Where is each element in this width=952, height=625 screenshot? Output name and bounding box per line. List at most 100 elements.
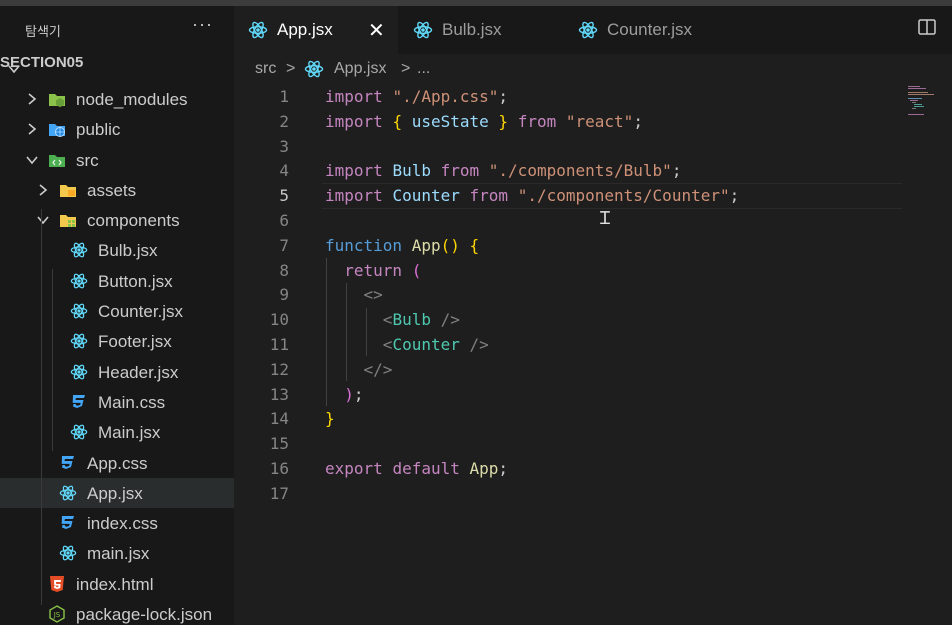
- breadcrumb-file[interactable]: App.jsx: [334, 60, 386, 78]
- tree-item-package-lock-json[interactable]: JS package-lock.json: [0, 599, 234, 625]
- components-folder-icon: [60, 215, 76, 228]
- tree-item-label: index.html: [76, 574, 154, 594]
- chevron-down-icon: [26, 156, 38, 164]
- tree-item-components[interactable]: components: [0, 205, 234, 235]
- split-editor-icon[interactable]: [918, 18, 936, 36]
- tree-item-index-html[interactable]: index.html: [0, 569, 234, 599]
- react-icon: [413, 21, 433, 39]
- tree-item-main-jsx[interactable]: Main.jsx: [0, 417, 234, 447]
- code-line: 10 <Bulb />: [234, 307, 952, 332]
- minimap[interactable]: [906, 84, 946, 124]
- code-token: (): [440, 235, 460, 255]
- code-token: "./components/Bulb": [488, 161, 672, 181]
- tab-bulb-jsx[interactable]: Bulb.jsx: [399, 6, 563, 54]
- tree-item-assets[interactable]: assets: [0, 175, 234, 205]
- line-number: 3: [279, 136, 289, 156]
- code-line: 15: [234, 431, 952, 456]
- tree-item-public[interactable]: public: [0, 114, 234, 144]
- tree-item-app-jsx[interactable]: App.jsx: [0, 477, 234, 509]
- react-icon: [248, 21, 268, 39]
- line-number: 17: [269, 483, 289, 503]
- tree-item-src[interactable]: src: [0, 145, 234, 175]
- react-icon: [70, 273, 88, 289]
- css-icon: [72, 394, 85, 408]
- chevron-right-icon: [28, 123, 37, 135]
- tree-item-counter-jsx[interactable]: Counter.jsx: [0, 296, 234, 326]
- more-actions-icon[interactable]: ···: [192, 14, 213, 35]
- html-icon: [50, 575, 64, 592]
- close-icon[interactable]: ✕: [368, 18, 385, 43]
- line-number: 8: [279, 260, 289, 280]
- tree-item-label: App.css: [87, 453, 148, 473]
- tree-item-label: public: [76, 120, 121, 140]
- css-icon: [61, 516, 74, 530]
- breadcrumb-separator: >: [286, 60, 296, 77]
- tab-counter-jsx[interactable]: Counter.jsx: [564, 6, 740, 54]
- tree-item-app-css[interactable]: App.css: [0, 448, 234, 478]
- code-token: import: [325, 87, 383, 106]
- public-folder-icon: [49, 124, 65, 138]
- line-number: 4: [279, 161, 289, 181]
- code-token: default: [392, 459, 460, 478]
- breadcrumb-folder[interactable]: src: [255, 60, 276, 78]
- explorer-sidebar: 탐색기 ··· SECTION05 node_modules public sr…: [0, 6, 234, 625]
- tree-item-label: Button.jsx: [98, 271, 173, 291]
- chevron-down-icon: [37, 216, 49, 225]
- code-line: 13 );: [234, 382, 952, 407]
- tree-item-main-jsx-src[interactable]: main.jsx: [0, 538, 234, 568]
- line-number: 11: [269, 335, 289, 354]
- tree-item-button-jsx[interactable]: Button.jsx: [0, 266, 234, 296]
- tree-item-label: src: [76, 150, 99, 170]
- react-icon: [70, 303, 88, 319]
- section-header[interactable]: SECTION05: [0, 54, 234, 84]
- code-token: export: [325, 459, 383, 478]
- tree-item-label: App.jsx: [87, 483, 143, 503]
- text-cursor-icon: Ɪ: [600, 208, 611, 229]
- code-token: }: [498, 111, 509, 131]
- tab-label: Counter.jsx: [607, 20, 693, 39]
- code-token: useState: [411, 111, 489, 131]
- react-icon: [59, 485, 77, 501]
- code-token: }: [325, 409, 335, 429]
- code-line: 3: [234, 134, 952, 159]
- code-token: ;: [633, 111, 643, 131]
- code-line: 6: [234, 208, 952, 233]
- tree-item-label: Footer.jsx: [98, 332, 172, 352]
- line-number: 16: [269, 459, 289, 478]
- code-line: 4 import Bulb from "./components/Bulb";: [234, 158, 952, 183]
- tree-item-label: Main.css: [98, 392, 166, 412]
- tree-item-label: main.jsx: [87, 544, 150, 564]
- tab-app-jsx[interactable]: App.jsx ✕: [234, 6, 398, 54]
- code-token: {: [392, 111, 403, 131]
- code-token: />: [469, 335, 489, 354]
- code-line: 9 <>: [234, 282, 952, 307]
- react-icon: [59, 546, 77, 561]
- code-token: App: [469, 459, 499, 478]
- explorer-title: 탐색기: [25, 24, 61, 39]
- tree-item-header-jsx[interactable]: Header.jsx: [0, 357, 234, 387]
- tree-item-node-modules[interactable]: node_modules: [0, 84, 234, 114]
- explorer-header: 탐색기 ···: [0, 6, 234, 54]
- code-token: import: [325, 161, 383, 181]
- tree-item-bulb-jsx[interactable]: Bulb.jsx: [0, 235, 234, 265]
- code-line: 16 export default App;: [234, 456, 952, 481]
- line-number: 12: [269, 359, 289, 379]
- tree-item-footer-jsx[interactable]: Footer.jsx: [0, 326, 234, 356]
- code-token: (: [411, 260, 422, 280]
- tree-item-main-css[interactable]: Main.css: [0, 387, 234, 417]
- tree-item-label: components: [87, 211, 180, 231]
- tree-item-index-css[interactable]: index.css: [0, 508, 234, 538]
- tree-item-label: Header.jsx: [98, 362, 179, 382]
- code-line: 14 }: [234, 406, 952, 431]
- node-js-icon: JS: [49, 605, 65, 623]
- tree-item-label: Main.jsx: [98, 423, 161, 443]
- line-number: 1: [279, 87, 289, 106]
- breadcrumb-symbols[interactable]: ...: [417, 60, 430, 78]
- code-token: <: [382, 310, 393, 330]
- code-token: return: [344, 260, 403, 280]
- indent-guide: [41, 209, 42, 605]
- code-token: from: [517, 111, 557, 131]
- code-token: import: [325, 111, 383, 131]
- line-number: 6: [279, 211, 289, 230]
- indent-guide: [326, 258, 327, 406]
